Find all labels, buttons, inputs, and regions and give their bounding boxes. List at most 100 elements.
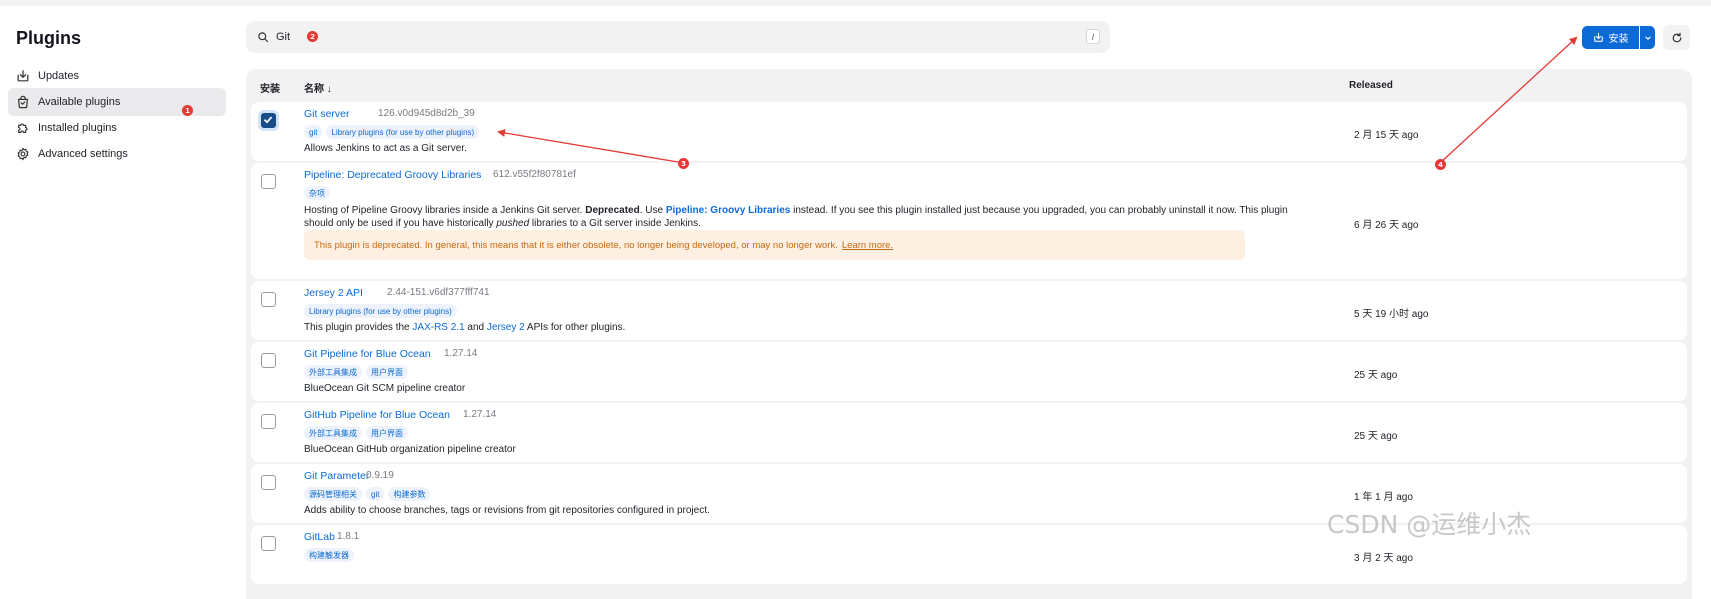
plugin-description: Adds ability to choose branches, tags or…: [304, 505, 710, 516]
install-checkbox[interactable]: [261, 536, 276, 551]
search-input[interactable]: [276, 27, 1036, 47]
column-header-install: 安装: [260, 84, 280, 95]
column-header-name[interactable]: 名称 ↓: [304, 80, 332, 95]
plugin-tags: git Library plugins (for use by other pl…: [304, 125, 480, 139]
sidebar: Plugins Updates Available plugins Instal…: [0, 6, 238, 599]
plugin-name-link[interactable]: Git server: [304, 108, 350, 120]
sidebar-item-label: Installed plugins: [38, 122, 117, 134]
plugin-tag[interactable]: 用户界面: [366, 426, 408, 440]
released-date: 2 月 15 天 ago: [1354, 130, 1419, 141]
plugin-description: BlueOcean GitHub organization pipeline c…: [304, 444, 516, 455]
plugin-version: 1.27.14: [444, 348, 478, 359]
groovy-libraries-link[interactable]: Pipeline: Groovy Libraries: [666, 205, 790, 216]
checkmark-icon: [264, 116, 272, 124]
deprecation-warning: This plugin is deprecated. In general, t…: [304, 230, 1245, 260]
sidebar-item-updates[interactable]: Updates: [8, 62, 226, 90]
plugin-tags: Library plugins (for use by other plugin…: [304, 304, 457, 318]
plugin-version: 1.27.14: [463, 409, 497, 420]
install-button-group: 安装: [1582, 26, 1655, 49]
install-checkbox[interactable]: [261, 292, 276, 307]
install-options-dropdown[interactable]: [1640, 26, 1655, 49]
install-button[interactable]: 安装: [1582, 26, 1639, 49]
refresh-button[interactable]: [1663, 25, 1690, 50]
plugin-tags: 源码管理相关 git 构建参数: [304, 487, 431, 501]
jersey-2-link[interactable]: Jersey 2: [487, 322, 525, 333]
learn-more-link[interactable]: Learn more.: [842, 240, 893, 251]
plugin-name-link[interactable]: GitLab: [304, 531, 335, 543]
sidebar-item-label: Advanced settings: [38, 148, 128, 160]
refresh-icon: [1672, 32, 1681, 42]
annotation-marker-1: 1: [182, 105, 193, 116]
search-bar: /: [246, 21, 1110, 53]
column-header-released[interactable]: Released: [1349, 80, 1393, 91]
install-button-label: 安装: [1608, 34, 1629, 45]
table-row: Pipeline: Deprecated Groovy Libraries 61…: [251, 163, 1687, 279]
sidebar-item-available-plugins[interactable]: Available plugins: [8, 88, 226, 116]
puzzle-icon: [18, 123, 28, 133]
jax-rs-link[interactable]: JAX-RS 2.1: [412, 322, 464, 333]
plugin-name-link[interactable]: GitHub Pipeline for Blue Ocean: [304, 409, 450, 421]
plugin-tags: 杂项: [304, 186, 330, 200]
table-row: Jersey 2 API 2.44-151.v6df377fff741 Libr…: [251, 281, 1687, 340]
plugin-version: 0.9.19: [366, 470, 394, 481]
plugin-version: 612.v55f2f80781ef: [493, 169, 576, 180]
plugin-tag[interactable]: 外部工具集成: [304, 365, 362, 379]
plugin-description-line2: should only be used if you have historic…: [304, 218, 701, 229]
install-checkbox[interactable]: [261, 475, 276, 490]
plugin-version: 1.8.1: [337, 531, 360, 542]
shortcut-hint: /: [1086, 29, 1100, 44]
plugin-tag[interactable]: 用户界面: [366, 365, 408, 379]
plugin-description: This plugin provides the JAX-RS 2.1 and …: [304, 322, 626, 333]
chevron-down-icon: [1644, 36, 1651, 40]
sidebar-item-label: Updates: [38, 70, 79, 82]
plugin-tags: 外部工具集成 用户界面: [304, 365, 408, 379]
plugin-tags: 构建触发器: [304, 548, 354, 562]
install-checkbox[interactable]: [261, 353, 276, 368]
plugin-name-link[interactable]: Pipeline: Deprecated Groovy Libraries: [304, 169, 481, 181]
plugin-tags: 外部工具集成 用户界面: [304, 426, 408, 440]
released-date: 5 天 19 小时 ago: [1354, 309, 1429, 320]
gear-icon: [17, 147, 29, 161]
plugin-tag[interactable]: 构建触发器: [304, 548, 354, 562]
released-date: 1 年 1 月 ago: [1354, 492, 1413, 503]
plugin-description: Allows Jenkins to act as a Git server.: [304, 143, 467, 154]
annotation-marker-3: 3: [678, 158, 689, 169]
top-strip: [0, 0, 1711, 6]
plugin-description: Hosting of Pipeline Groovy libraries ins…: [304, 205, 1288, 216]
install-checkbox[interactable]: [261, 113, 276, 128]
released-date: 3 月 2 天 ago: [1354, 553, 1413, 564]
released-date: 25 天 ago: [1354, 431, 1398, 442]
plugin-name-link[interactable]: Git Parameter: [304, 470, 369, 482]
plugin-tag[interactable]: git: [304, 125, 323, 139]
deprecation-warning-text: This plugin is deprecated. In general, t…: [314, 239, 838, 251]
sidebar-item-label: Available plugins: [38, 96, 121, 108]
released-date: 25 天 ago: [1354, 370, 1398, 381]
page-title: Plugins: [16, 28, 82, 48]
plugin-tag[interactable]: 源码管理相关: [304, 487, 362, 501]
annotation-marker-4: 4: [1435, 159, 1446, 170]
sidebar-item-advanced-settings[interactable]: Advanced settings: [8, 140, 226, 168]
plugin-tag[interactable]: 构建参数: [388, 487, 431, 501]
table-row: Git server 126.v0d945d8d2b_39 git Librar…: [251, 102, 1687, 161]
plugin-version: 2.44-151.v6df377fff741: [387, 287, 490, 298]
sidebar-item-installed-plugins[interactable]: Installed plugins: [8, 114, 226, 142]
install-checkbox[interactable]: [261, 414, 276, 429]
table-header: 安装 名称 ↓ Released: [246, 69, 1692, 102]
plugin-description: BlueOcean Git SCM pipeline creator: [304, 383, 466, 394]
plugin-tag[interactable]: 外部工具集成: [304, 426, 362, 440]
table-row: Git Pipeline for Blue Ocean 1.27.14 外部工具…: [251, 342, 1687, 401]
shopping-bag-icon: [18, 95, 28, 109]
plugin-name-link[interactable]: Jersey 2 API: [304, 287, 363, 299]
plugin-tag[interactable]: 杂项: [304, 186, 330, 200]
plugin-tag[interactable]: Library plugins (for use by other plugin…: [304, 304, 457, 318]
released-date: 6 月 26 天 ago: [1354, 220, 1419, 231]
plugin-version: 126.v0d945d8d2b_39: [378, 108, 475, 119]
install-icon: [1593, 32, 1603, 42]
install-checkbox[interactable]: [261, 174, 276, 189]
download-tray-icon: [17, 70, 29, 82]
table-row: GitHub Pipeline for Blue Ocean 1.27.14 外…: [251, 403, 1687, 462]
plugin-tag[interactable]: Library plugins (for use by other plugin…: [326, 125, 480, 139]
plugin-tag[interactable]: git: [366, 487, 385, 501]
plugin-name-link[interactable]: Git Pipeline for Blue Ocean: [304, 348, 431, 360]
annotation-marker-2: 2: [307, 31, 318, 42]
